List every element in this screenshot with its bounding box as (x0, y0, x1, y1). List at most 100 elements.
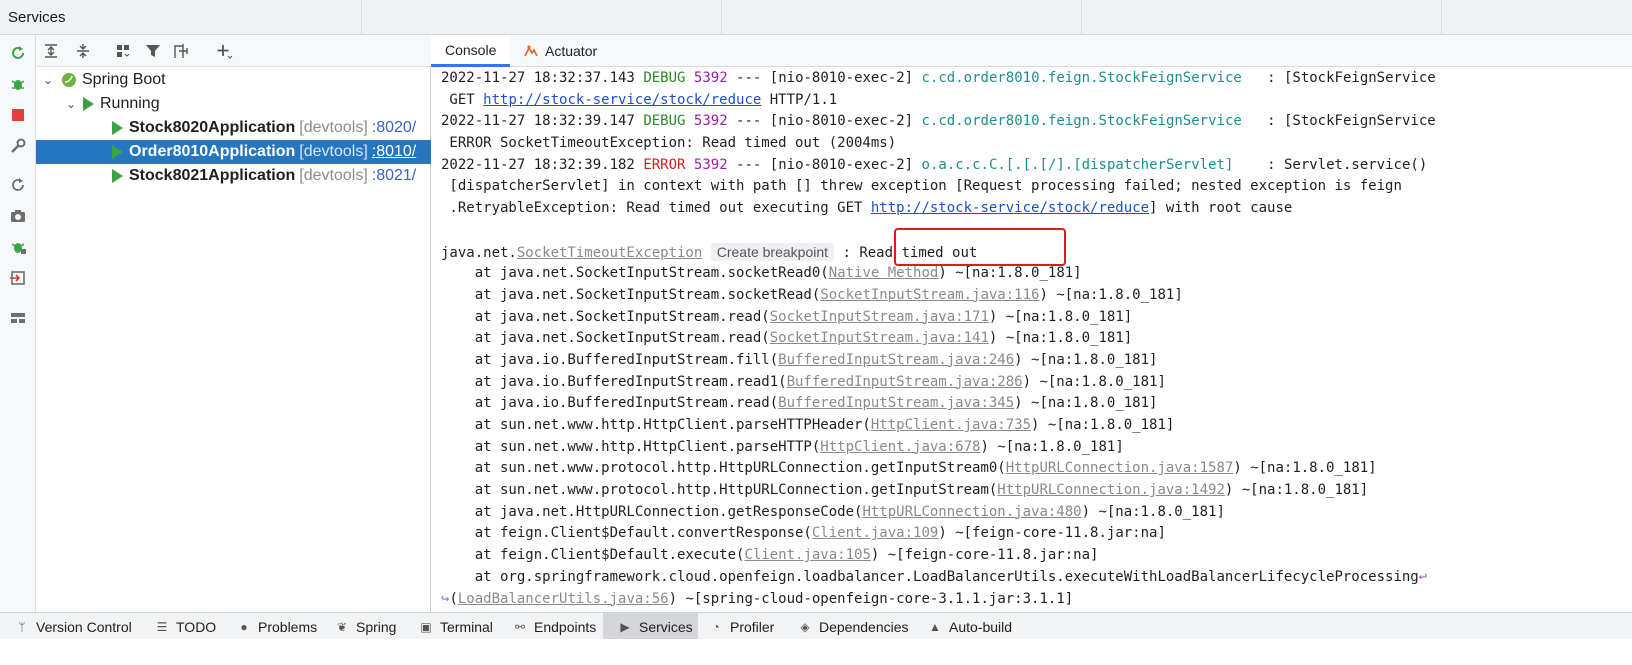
log-line: GET http://stock-service/stock/reduce HT… (441, 91, 838, 108)
stack-frame: at java.io.BufferedInputStream.read(Buff… (441, 395, 1158, 412)
exception-link[interactable]: SocketTimeoutException (517, 245, 702, 261)
tool-todo[interactable]: ☰ TODO (154, 613, 217, 640)
url-link[interactable]: http://stock-service/stock/reduce (483, 92, 761, 108)
tool-dependencies[interactable]: ◈ Dependencies (797, 613, 908, 640)
create-breakpoint-button[interactable]: Create breakpoint (710, 242, 835, 261)
tool-label: Spring (356, 618, 397, 635)
tool-terminal[interactable]: ▣ Terminal (418, 613, 493, 640)
tool-spring[interactable]: ❦ Spring (334, 613, 397, 640)
services-left-toolbar (0, 35, 36, 637)
soft-wrap-icon: ↩ (1418, 568, 1428, 585)
source-link[interactable]: SocketInputStream.java:141 (770, 330, 989, 346)
attach-debugger-icon[interactable] (8, 237, 28, 257)
login-icon[interactable] (8, 268, 28, 288)
collapse-all-icon[interactable] (73, 41, 93, 61)
source-link[interactable]: HttpURLConnection.java:1492 (997, 482, 1225, 498)
title-divider (1441, 0, 1442, 35)
log-line: 2022-11-27 18:32:39.182 ERROR 5392 --- [… (441, 156, 1428, 173)
tool-window-bar: ᛘ Version Control ☰ TODO ● Problems ❦ Spring… (0, 612, 1632, 640)
warning-triangle-icon: ▲ (929, 619, 941, 634)
tool-profiler[interactable]: ◔ Profiler (708, 613, 774, 640)
stack-frame: at java.io.BufferedInputStream.read1(Buf… (441, 373, 1166, 390)
rerun-icon[interactable] (8, 43, 28, 63)
group-by-icon[interactable] (113, 41, 133, 61)
app-port-link[interactable]: :8020/ (372, 119, 416, 137)
source-link[interactable]: BufferedInputStream.java:345 (778, 395, 1014, 411)
tree-node-app[interactable]: Stock8021Application [devtools] :8021/ (36, 164, 431, 188)
tree-node-label: Spring Boot (82, 71, 166, 88)
run-icon (112, 169, 123, 183)
tool-auto-build[interactable]: ▲ Auto-build (927, 613, 1012, 640)
layers-icon: ◈ (800, 619, 810, 634)
tree-node-app-selected[interactable]: Order8010Application [devtools] :8010/ (36, 140, 431, 164)
app-tag: [devtools] (299, 167, 368, 184)
stack-frame: at feign.Client$Default.execute(Client.j… (441, 547, 1099, 564)
app-tag: [devtools] (299, 119, 368, 136)
services-tree-panel: ⌄ Spring Boot ⌄ Running Stock8020Applica… (36, 35, 431, 637)
source-link[interactable]: BufferedInputStream.java:286 (787, 374, 1023, 390)
app-port-link[interactable]: :8021/ (372, 167, 416, 185)
chevron-down-icon[interactable]: ⌄ (40, 73, 56, 87)
tab-label: Actuator (545, 43, 598, 59)
refresh-icon[interactable] (8, 175, 28, 195)
app-name: Order8010Application (129, 143, 296, 160)
source-link[interactable]: BufferedInputStream.java:246 (778, 352, 1014, 368)
tree-node-spring-boot[interactable]: ⌄ Spring Boot (36, 68, 431, 92)
log-line: 2022-11-27 18:32:37.143 DEBUG 5392 --- [… (441, 70, 1436, 86)
wrench-icon[interactable] (8, 136, 28, 156)
console-output[interactable]: 2022-11-27 18:32:37.143 DEBUG 5392 --- [… (441, 68, 1631, 637)
source-link[interactable]: HttpClient.java:678 (820, 439, 980, 455)
source-link[interactable]: SocketInputStream.java:116 (820, 287, 1039, 303)
stack-frame: at java.net.HttpURLConnection.getRespons… (441, 503, 1225, 520)
tree-node-app[interactable]: Stock8020Application [devtools] :8020/ (36, 116, 431, 140)
tab-console[interactable]: Console (431, 35, 511, 67)
tree-node-running[interactable]: ⌄ Running (36, 92, 431, 116)
add-service-icon[interactable] (214, 41, 234, 61)
url-link[interactable]: http://stock-service/stock/reduce (871, 200, 1149, 216)
title-bar: Services (0, 0, 1632, 35)
stack-frame: at org.springframework.cloud.openfeign.l… (441, 568, 1428, 585)
debug-icon[interactable] (8, 74, 28, 94)
source-link[interactable]: HttpClient.java:735 (871, 417, 1031, 433)
filter-icon[interactable] (143, 41, 163, 61)
stop-icon[interactable] (8, 105, 28, 125)
services-icon: ▶ (620, 619, 630, 634)
new-tab-icon[interactable] (173, 41, 193, 61)
spring-boot-icon (60, 71, 78, 89)
stack-frame: at java.net.SocketInputStream.read(Socke… (441, 330, 1133, 347)
source-link[interactable]: SocketInputStream.java:171 (770, 309, 989, 325)
app-name: Stock8021Application (129, 167, 296, 184)
window-title: Services (8, 9, 66, 26)
tab-actuator[interactable]: Actuator (509, 35, 611, 67)
run-icon (112, 121, 123, 135)
source-link[interactable]: LoadBalancerUtils.java:56 (458, 591, 669, 607)
source-link[interactable]: Client.java:109 (812, 525, 938, 541)
stack-frame: at java.net.SocketInputStream.socketRead… (441, 286, 1183, 303)
expand-all-icon[interactable] (41, 41, 61, 61)
layout-icon[interactable] (8, 308, 28, 328)
source-link[interactable]: Native Method (829, 265, 939, 281)
spring-leaf-icon: ❦ (336, 619, 348, 634)
branch-icon: ᛘ (18, 619, 26, 634)
tool-label: Endpoints (534, 618, 597, 635)
tool-version-control[interactable]: ᛘ Version Control (14, 613, 131, 640)
tool-endpoints[interactable]: ⚯ Endpoints (512, 613, 596, 640)
tool-problems[interactable]: ● Problems (236, 613, 317, 640)
tool-services[interactable]: ▶ Services (603, 613, 698, 640)
source-link[interactable]: HttpURLConnection.java:480 (862, 504, 1081, 520)
chevron-down-icon[interactable]: ⌄ (63, 97, 79, 111)
app-tag: [devtools] (299, 143, 368, 160)
source-link[interactable]: Client.java:105 (744, 547, 870, 563)
log-line: [dispatcherServlet] in context with path… (441, 178, 1402, 195)
tool-label: Auto-build (949, 618, 1013, 635)
log-line: ERROR SocketTimeoutException: Read timed… (441, 135, 897, 152)
source-link[interactable]: HttpURLConnection.java:1587 (1006, 460, 1234, 476)
run-icon (83, 97, 94, 111)
camera-icon[interactable] (8, 206, 28, 226)
stack-frames: at java.net.SocketInputStream.socketRead… (441, 263, 1631, 567)
stack-frame: at java.net.SocketInputStream.read(Socke… (441, 308, 1133, 325)
stack-frame: at sun.net.www.protocol.http.HttpURLConn… (441, 482, 1369, 499)
app-port-link[interactable]: :8010/ (372, 143, 416, 161)
console-tabs: Console Actuator (431, 35, 1632, 67)
tree-toolbar (36, 35, 431, 67)
